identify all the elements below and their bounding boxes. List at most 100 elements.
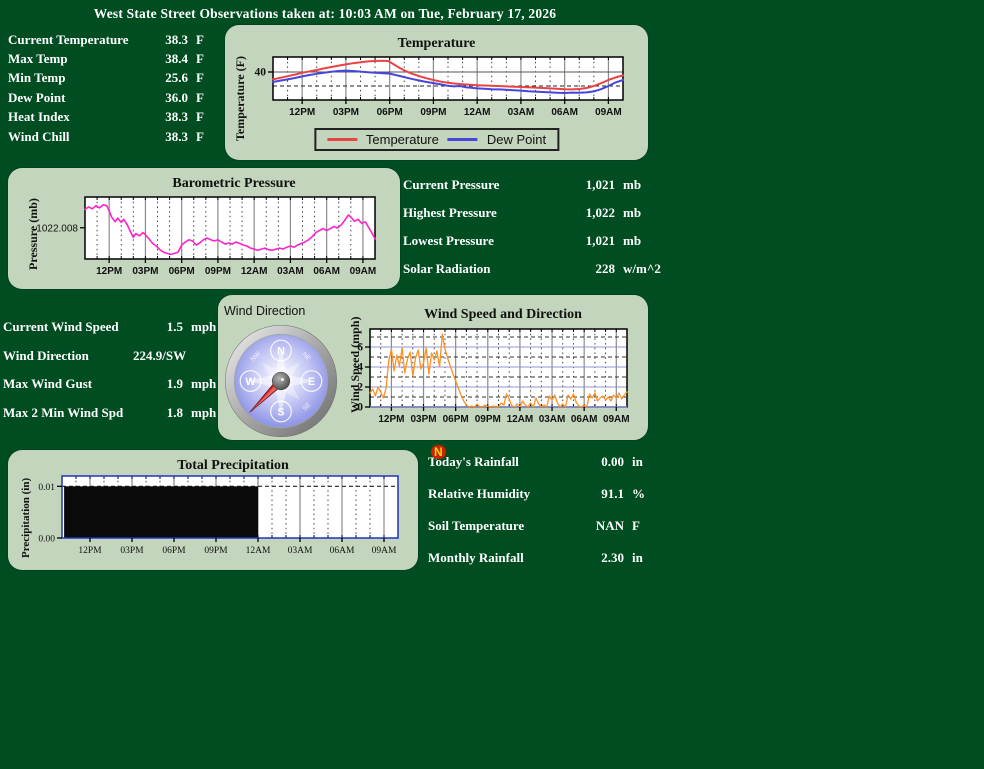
pressure-chart: 12PM03PM06PM09PM12AM03AM06AM09AM1022.008 — [26, 195, 390, 279]
stat-label: Today's Rainfall — [428, 454, 580, 470]
stat-row-todays-rainfall: Today's Rainfall0.00in — [428, 453, 660, 471]
stat-unit: mb — [615, 205, 659, 221]
stat-label: Soil Temperature — [428, 518, 580, 534]
stat-unit: F — [188, 51, 208, 67]
compass-w-letter: W — [245, 376, 256, 388]
svg-text:0.01: 0.01 — [38, 483, 55, 493]
compass-n-letter: N — [277, 345, 285, 357]
svg-text:03AM: 03AM — [508, 107, 535, 118]
stat-unit: in — [624, 550, 660, 566]
stat-unit: F — [188, 70, 208, 86]
stat-row-relative-humidity: Relative Humidity91.1% — [428, 485, 660, 503]
stat-unit: mb — [615, 177, 659, 193]
stat-label: Max 2 Min Wind Spd — [3, 405, 133, 421]
wind-speed-chart: 12PM03PM06PM09PM12AM03AM06AM09AM0246 — [354, 327, 642, 427]
compass-hub — [272, 372, 290, 390]
svg-text:03PM: 03PM — [132, 266, 158, 277]
pressure-chart-panel: Barometric Pressure Pressure (mb) 12PM03… — [8, 168, 400, 289]
stat-row-wind-direction: Wind Direction224.9/SW — [3, 347, 223, 365]
svg-text:03PM: 03PM — [120, 546, 144, 556]
stat-label: Min Temp — [8, 70, 156, 86]
stat-value: 0.00 — [580, 454, 624, 470]
stat-unit: F — [632, 518, 640, 534]
temperature-chart-panel: Temperature Temperature (F) 12PM03PM06PM… — [225, 25, 648, 160]
stat-row-monthly-rainfall: Monthly Rainfall2.30in — [428, 549, 660, 567]
temperature-legend-swatch — [327, 138, 357, 141]
wind-chart-title: Wind Speed and Direction — [368, 307, 638, 323]
stat-value: 25.6 — [156, 70, 188, 86]
svg-text:12AM: 12AM — [246, 546, 271, 556]
svg-text:2: 2 — [357, 382, 363, 394]
stat-row-max-wind-gust: Max Wind Gust1.9mph — [3, 375, 223, 393]
stat-label: Current Temperature — [8, 32, 156, 48]
stat-label: Wind Direction — [3, 348, 133, 364]
svg-text:12PM: 12PM — [378, 414, 404, 425]
svg-text:06AM: 06AM — [551, 107, 578, 118]
stat-value: 38.4 — [156, 51, 188, 67]
svg-text:09PM: 09PM — [204, 546, 228, 556]
stat-value: 1,022 — [563, 205, 615, 221]
stat-unit: F — [188, 32, 208, 48]
svg-text:06PM: 06PM — [169, 266, 195, 277]
svg-text:12AM: 12AM — [464, 107, 491, 118]
compass-s-letter: S — [277, 406, 284, 418]
svg-text:12AM: 12AM — [241, 266, 268, 277]
stat-label: Highest Pressure — [403, 205, 563, 221]
stat-row-dew-point: Dew Point36.0F — [8, 88, 218, 107]
svg-text:12PM: 12PM — [78, 546, 102, 556]
svg-text:06PM: 06PM — [377, 107, 403, 118]
svg-text:03AM: 03AM — [277, 266, 304, 277]
soil-temperature-n-badge: N — [431, 445, 446, 459]
stat-label: Dew Point — [8, 90, 156, 106]
dew-point-legend-label: Dew Point — [487, 132, 546, 147]
stat-value: 91.1 — [580, 486, 624, 502]
stat-value: 38.3 — [156, 129, 188, 145]
stat-value: 2.30 — [580, 550, 624, 566]
stat-value: NAN — [580, 518, 624, 534]
stat-value: 1,021 — [563, 233, 615, 249]
stat-unit: in — [624, 454, 660, 470]
stat-unit: % — [624, 486, 660, 502]
stat-value: 1,021 — [563, 177, 615, 193]
pressure-chart-title: Barometric Pressure — [68, 176, 400, 192]
stat-value: 36.0 — [156, 90, 188, 106]
stat-label: Solar Radiation — [403, 261, 563, 277]
stat-value: 38.3 — [156, 109, 188, 125]
rain-stats-list: Today's Rainfall0.00in Relative Humidity… — [428, 453, 660, 567]
svg-text:0.00: 0.00 — [38, 535, 55, 545]
stat-label: Monthly Rainfall — [428, 550, 580, 566]
stat-unit: mph — [183, 405, 223, 421]
stat-row-current-pressure: Current Pressure1,021mb — [403, 176, 659, 194]
svg-text:09PM: 09PM — [205, 266, 231, 277]
stat-label: Current Pressure — [403, 177, 563, 193]
stat-value: 1.5 — [133, 319, 183, 335]
svg-text:09AM: 09AM — [372, 546, 397, 556]
svg-text:03PM: 03PM — [333, 107, 359, 118]
svg-text:09AM: 09AM — [350, 266, 377, 277]
stat-unit: F — [188, 129, 208, 145]
svg-text:0: 0 — [357, 402, 363, 414]
compass-title: Wind Direction — [224, 304, 305, 318]
stat-value: 38.3 — [156, 32, 188, 48]
svg-text:03AM: 03AM — [288, 546, 313, 556]
stat-row-lowest-pressure: Lowest Pressure1,021mb — [403, 232, 659, 250]
stat-label: Relative Humidity — [428, 486, 580, 502]
svg-text:06PM: 06PM — [162, 546, 186, 556]
stat-label: Heat Index — [8, 109, 156, 125]
svg-text:03PM: 03PM — [410, 414, 436, 425]
stat-unit: mb — [615, 233, 659, 249]
temperature-legend-label: Temperature — [366, 132, 439, 147]
svg-text:09PM: 09PM — [475, 414, 501, 425]
stat-row-solar-radiation: Solar Radiation228w/m^2 — [403, 260, 659, 278]
svg-text:12AM: 12AM — [507, 414, 534, 425]
stat-unit: w/m^2 — [615, 261, 659, 277]
temperature-chart-title: Temperature — [225, 36, 648, 52]
stat-row-wind-chill: Wind Chill38.3F — [8, 127, 218, 146]
wind-direction-compass: NW NE SE N E S W — [224, 324, 338, 438]
svg-text:12PM: 12PM — [96, 266, 122, 277]
svg-text:09AM: 09AM — [603, 414, 630, 425]
stat-row-min-temp: Min Temp25.6F — [8, 69, 218, 88]
stat-value: 1.8 — [133, 405, 183, 421]
stat-unit: F — [188, 90, 208, 106]
stat-row-heat-index: Heat Index38.3F — [8, 108, 218, 127]
